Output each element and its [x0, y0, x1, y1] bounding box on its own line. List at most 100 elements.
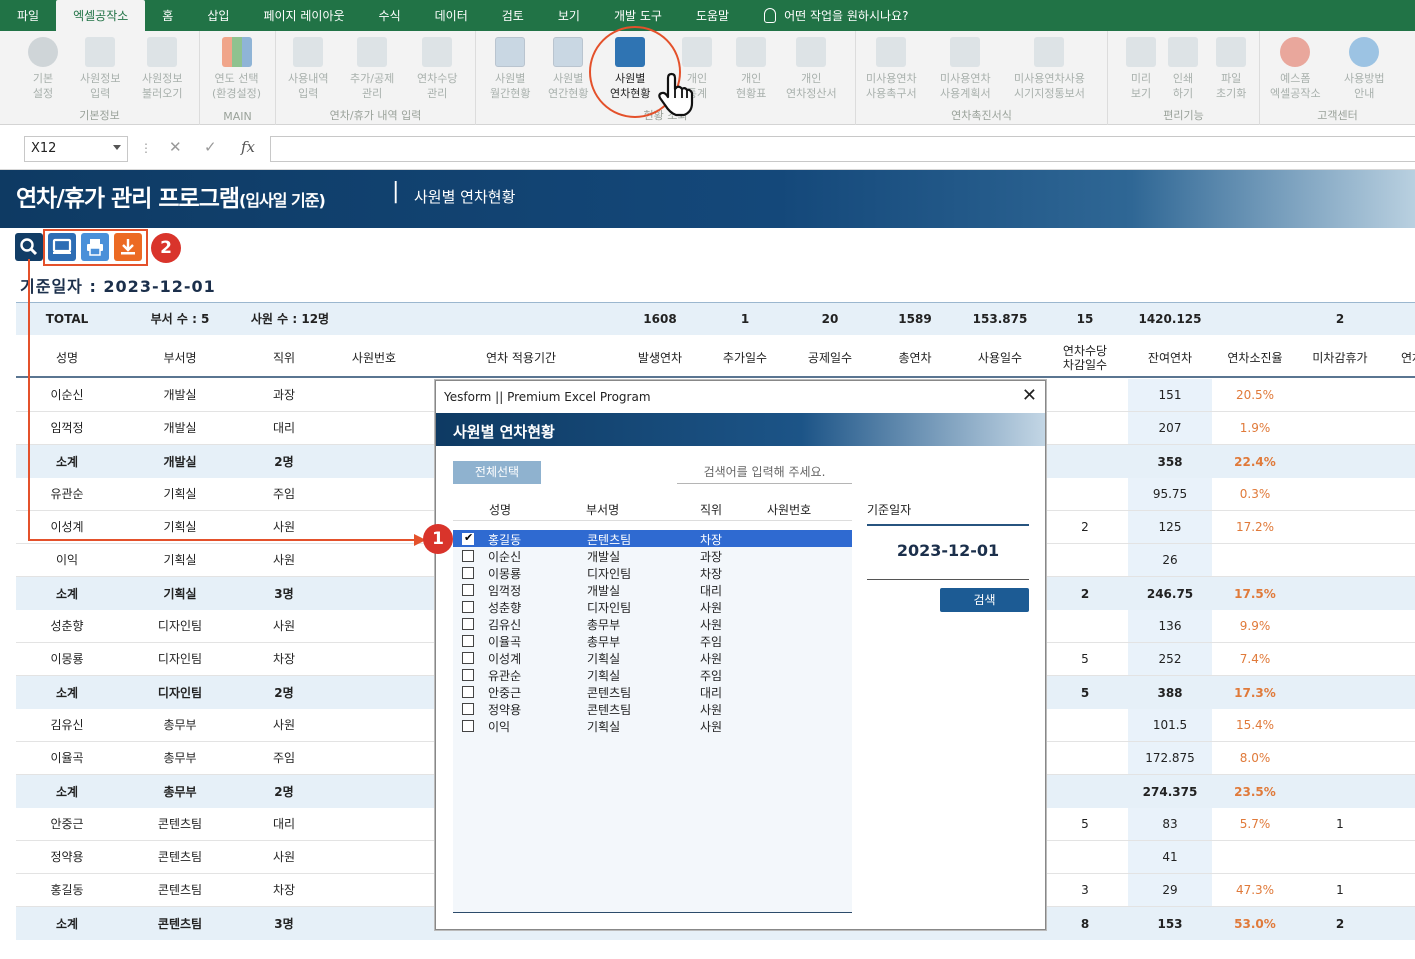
checkbox[interactable] [462, 601, 474, 613]
tab-file[interactable]: 파일 [0, 0, 56, 31]
cell-allowance[interactable]: 3 [1042, 874, 1128, 906]
cell-name[interactable]: 유관순 [16, 478, 118, 510]
list-item[interactable]: 이성계 기획실 사원 [453, 649, 852, 666]
cell-allowance[interactable] [1042, 709, 1128, 741]
cell-position[interactable]: 3명 [232, 577, 336, 610]
cell-rate[interactable]: 5.7% [1212, 808, 1298, 840]
cell-allowance[interactable] [1042, 775, 1128, 808]
tab-view[interactable]: 보기 [541, 0, 597, 31]
enter-check-icon[interactable]: ✓ [204, 138, 217, 156]
list-item[interactable]: 이익 기획실 사원 [453, 717, 852, 734]
cell-remain[interactable]: 207 [1128, 412, 1212, 444]
yesform-button[interactable]: 예스폼 엑셀공작소 [1270, 37, 1321, 101]
list-item[interactable]: 이몽룡 디자인팀 차장 [453, 564, 852, 581]
function-icon[interactable]: fx [241, 138, 255, 156]
cell-unded[interactable] [1298, 709, 1382, 741]
list-item[interactable]: 임꺽정 개발실 대리 [453, 581, 852, 598]
personal-settlement-button[interactable]: 개인 연차정산서 [786, 37, 837, 101]
list-item[interactable]: 이율곡 총무부 주임 [453, 632, 852, 649]
cell-remain[interactable]: 101.5 [1128, 709, 1212, 741]
name-box[interactable]: X12 [24, 136, 128, 162]
cell-dept[interactable]: 콘텐츠팀 [128, 841, 232, 873]
cell-position[interactable]: 2명 [232, 445, 336, 478]
employee-listbox[interactable]: ✔ 홍길동 콘텐츠팀 차장 이순신 개발실 과장 이몽룡 디자인팀 차장 임꺽정 개발실 대리 성춘향 디자… [453, 530, 852, 913]
cell-position[interactable]: 2명 [232, 676, 336, 709]
unused-plan-form-button[interactable]: 미사용연차 사용계획서 [940, 37, 991, 101]
cell-unded[interactable] [1298, 577, 1382, 610]
tab-formulas[interactable]: 수식 [362, 0, 418, 31]
cell-position[interactable]: 2명 [232, 775, 336, 808]
cell-rate[interactable]: 9.9% [1212, 610, 1298, 642]
checkbox[interactable] [462, 652, 474, 664]
cell-unded[interactable] [1298, 478, 1382, 510]
cell-dept[interactable]: 기획실 [128, 577, 232, 610]
cell-remain[interactable]: 246.75 [1128, 577, 1212, 610]
list-item[interactable]: ✔ 홍길동 콘텐츠팀 차장 [453, 530, 852, 547]
cell-rate[interactable]: 47.3% [1212, 874, 1298, 906]
basic-settings-button[interactable]: 기본 설정 [28, 37, 58, 101]
cell-name[interactable]: 소계 [16, 676, 118, 709]
cell-unded[interactable] [1298, 412, 1382, 444]
unused-urge-form-button[interactable]: 미사용연차 사용촉구서 [866, 37, 917, 101]
tab-excel-workshop[interactable]: 엑셀공작소 [56, 0, 146, 31]
chevron-down-icon[interactable] [113, 145, 121, 150]
tell-me-box[interactable]: 어떤 작업을 원하시나요? [746, 0, 908, 31]
cell-unded[interactable] [1298, 742, 1382, 774]
checkbox[interactable] [462, 550, 474, 562]
search-button[interactable] [15, 233, 43, 261]
tab-page-layout[interactable]: 페이지 레이아웃 [246, 0, 361, 31]
cell-remain[interactable]: 41 [1128, 841, 1212, 873]
cell-remain[interactable]: 274.375 [1128, 775, 1212, 808]
cell-dept[interactable]: 총무부 [128, 742, 232, 774]
cell-remain[interactable]: 83 [1128, 808, 1212, 840]
cell-rate[interactable]: 0.3% [1212, 478, 1298, 510]
cell-unded[interactable] [1298, 379, 1382, 411]
close-icon[interactable]: ✕ [1022, 386, 1037, 406]
cell-name[interactable]: 소계 [16, 775, 118, 808]
cell-name[interactable]: 이율곡 [16, 742, 118, 774]
cell-remain[interactable]: 125 [1128, 511, 1212, 543]
cell-position[interactable]: 사원 [232, 544, 336, 576]
tab-insert[interactable]: 삽입 [190, 0, 246, 31]
cell-position[interactable]: 사원 [232, 610, 336, 642]
checkbox[interactable] [462, 720, 474, 732]
cell-remain[interactable]: 252 [1128, 643, 1212, 675]
employee-info-import-button[interactable]: 사원정보 불러오기 [142, 37, 182, 101]
cell-position[interactable]: 차장 [232, 643, 336, 675]
cell-remain[interactable]: 358 [1128, 445, 1212, 478]
list-item[interactable]: 유관순 기획실 주임 [453, 666, 852, 683]
cell-name[interactable]: 이몽룡 [16, 643, 118, 675]
list-item[interactable]: 정약용 콘텐츠팀 사원 [453, 700, 852, 717]
cell-rate[interactable] [1212, 544, 1298, 576]
cell-name[interactable]: 소계 [16, 907, 118, 940]
cell-name[interactable]: 이순신 [16, 379, 118, 411]
year-select-button[interactable]: 연도 선택 (환경설정) [212, 37, 261, 101]
cell-position[interactable]: 3명 [232, 907, 336, 940]
cell-allowance[interactable]: 8 [1042, 907, 1128, 940]
tab-help[interactable]: 도움말 [679, 0, 746, 31]
cell-position[interactable]: 과장 [232, 379, 336, 411]
list-item[interactable]: 이순신 개발실 과장 [453, 547, 852, 564]
cell-allowance[interactable] [1042, 379, 1128, 411]
cell-allowance[interactable] [1042, 742, 1128, 774]
cell-name[interactable]: 임꺽정 [16, 412, 118, 444]
cell-allowance[interactable]: 2 [1042, 511, 1128, 543]
cell-remain[interactable]: 136 [1128, 610, 1212, 642]
cell-dept[interactable]: 총무부 [128, 775, 232, 808]
monthly-status-button[interactable]: 사원별 월간현황 [490, 37, 530, 101]
file-reset-button[interactable]: 파일 초기화 [1216, 37, 1246, 101]
cell-name[interactable]: 정약용 [16, 841, 118, 873]
select-all-button[interactable]: 전체선택 [453, 461, 541, 484]
cell-allowance[interactable]: 5 [1042, 808, 1128, 840]
personal-table-button[interactable]: 개인 현황표 [736, 37, 766, 101]
checkbox[interactable]: ✔ [462, 531, 474, 545]
usage-input-button[interactable]: 사용내역 입력 [288, 37, 328, 101]
search-submit-button[interactable]: 검색 [940, 588, 1029, 612]
cell-allowance[interactable]: 2 [1042, 577, 1128, 610]
list-item[interactable]: 성춘향 디자인팀 사원 [453, 598, 852, 615]
cell-dept[interactable]: 기획실 [128, 544, 232, 576]
cell-unded[interactable] [1298, 643, 1382, 675]
cell-rate[interactable]: 7.4% [1212, 643, 1298, 675]
cell-allowance[interactable] [1042, 478, 1128, 510]
cell-rate[interactable]: 17.2% [1212, 511, 1298, 543]
